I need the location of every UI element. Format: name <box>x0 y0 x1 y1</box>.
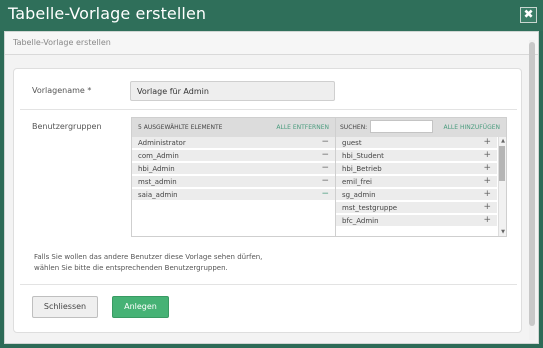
subheader: Tabelle-Vorlage erstellen <box>5 32 538 55</box>
available-item[interactable]: hbi_Betrieb + <box>336 163 497 175</box>
dialog-scrollbar-thumb[interactable] <box>529 42 535 326</box>
available-header: SUCHEN: ALLE HINZUFÜGEN <box>336 118 506 137</box>
add-icon[interactable]: + <box>483 202 491 212</box>
add-icon[interactable]: + <box>483 150 491 160</box>
available-list: SUCHEN: ALLE HINZUFÜGEN guest + hbi_Stude… <box>336 118 506 236</box>
remove-icon[interactable]: − <box>321 189 329 199</box>
available-item[interactable]: emil_frei + <box>336 176 497 188</box>
close-icon[interactable]: ✖ <box>520 7 537 23</box>
add-icon[interactable]: + <box>483 215 491 225</box>
remove-icon[interactable]: − <box>321 163 329 173</box>
close-button[interactable]: Schliessen <box>32 296 98 318</box>
selected-count: 5 AUSGEWÄHLTE ELEMENTE <box>138 124 223 131</box>
available-scrollbar-thumb[interactable] <box>499 146 505 181</box>
scroll-up-icon[interactable]: ▲ <box>501 138 505 144</box>
selected-item[interactable]: saia_admin − <box>132 189 335 201</box>
form-panel: Vorlagename * Vorlage für Admin Benutzer… <box>13 68 522 333</box>
available-item[interactable]: guest + <box>336 137 497 149</box>
selected-item[interactable]: com_Admin − <box>132 150 335 162</box>
remove-icon[interactable]: − <box>321 137 329 147</box>
titlebar: Tabelle-Vorlage erstellen ✖ <box>0 0 543 31</box>
template-name-input[interactable]: Vorlage für Admin <box>130 81 335 101</box>
available-item[interactable]: sg_admin + <box>336 189 497 201</box>
groups-label: Benutzergruppen <box>32 122 102 131</box>
remove-icon[interactable]: − <box>321 176 329 186</box>
search-label: SUCHEN: <box>340 124 368 131</box>
selected-item[interactable]: Administrator − <box>132 137 335 149</box>
add-icon[interactable]: + <box>483 137 491 147</box>
add-all-link[interactable]: ALLE HINZUFÜGEN <box>443 124 500 131</box>
available-item[interactable]: hbi_Student + <box>336 150 497 162</box>
divider <box>20 284 517 285</box>
search-input[interactable] <box>370 120 433 133</box>
scroll-down-icon[interactable]: ▼ <box>501 229 505 235</box>
available-item[interactable]: bfc_Admin + <box>336 215 497 227</box>
remove-icon[interactable]: − <box>321 150 329 160</box>
add-icon[interactable]: + <box>483 176 491 186</box>
selected-item[interactable]: hbi_Admin − <box>132 163 335 175</box>
selected-list: 5 AUSGEWÄHLTE ELEMENTE ALLE ENTFERNEN Ad… <box>132 118 336 236</box>
add-icon[interactable]: + <box>483 163 491 173</box>
help-text: Falls Sie wollen das andere Benutzer die… <box>34 253 263 272</box>
dialog-window: Tabelle-Vorlage erstellen Vorlagename * … <box>4 31 539 344</box>
available-item[interactable]: mst_testgruppe + <box>336 202 497 214</box>
subheader-title: Tabelle-Vorlage erstellen <box>13 38 111 47</box>
selected-header: 5 AUSGEWÄHLTE ELEMENTE ALLE ENTFERNEN <box>132 118 335 137</box>
selected-item[interactable]: mst_admin − <box>132 176 335 188</box>
group-picker: 5 AUSGEWÄHLTE ELEMENTE ALLE ENTFERNEN Ad… <box>131 117 507 237</box>
name-label: Vorlagename * <box>32 86 92 95</box>
create-button[interactable]: Anlegen <box>112 296 169 318</box>
remove-all-link[interactable]: ALLE ENTFERNEN <box>276 124 329 131</box>
divider <box>20 109 517 110</box>
window-title: Tabelle-Vorlage erstellen <box>8 4 207 23</box>
add-icon[interactable]: + <box>483 189 491 199</box>
